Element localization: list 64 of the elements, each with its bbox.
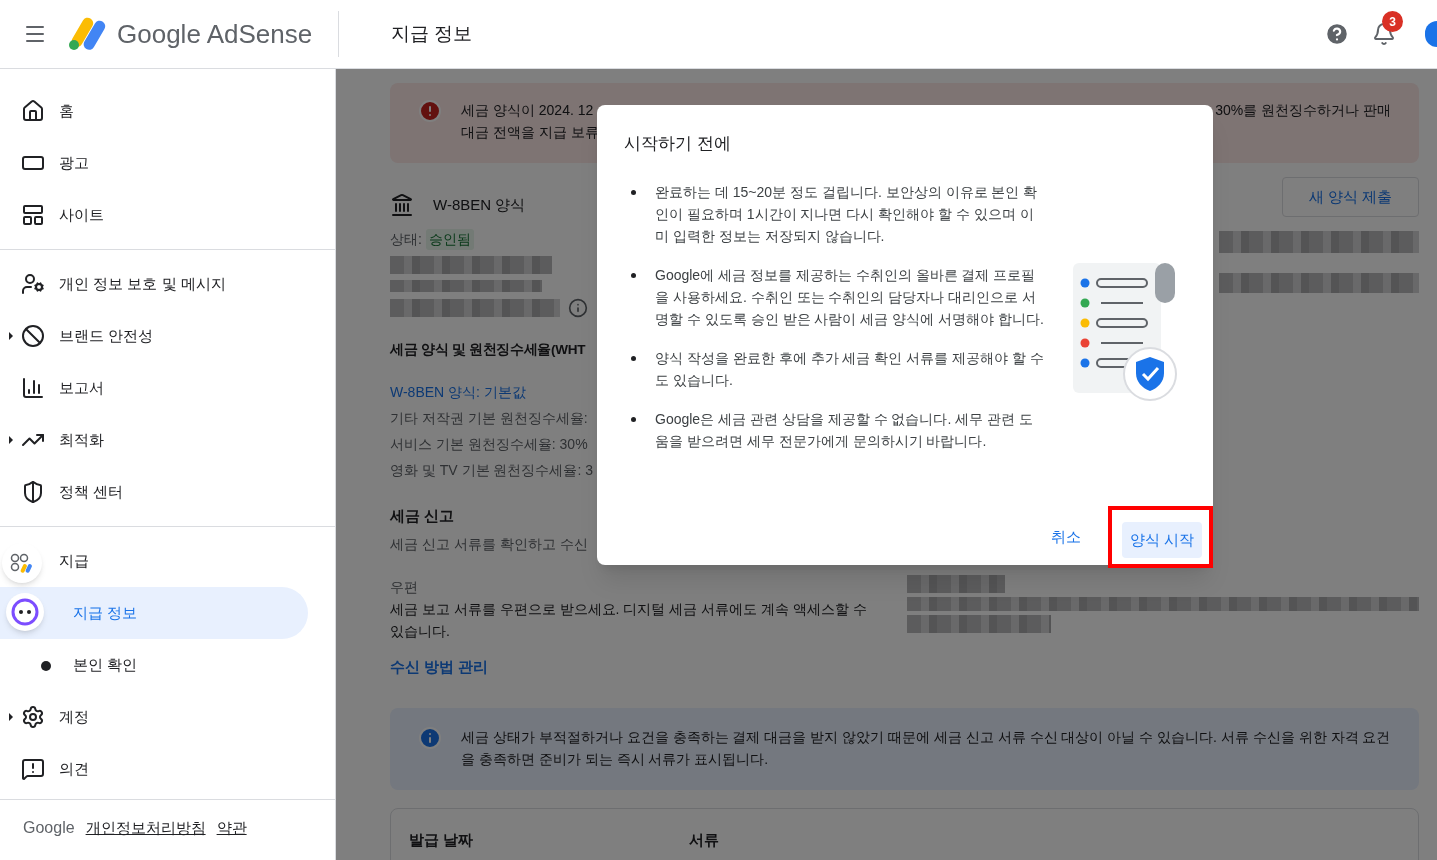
sidebar-item[interactable]: 지급: [0, 535, 308, 587]
settings-icon: [21, 705, 45, 729]
sidebar-item[interactable]: 정책 센터: [0, 466, 308, 518]
info-icon: [418, 726, 442, 751]
section-title: 세금 양식 및 원천징수세율(WHT: [390, 341, 587, 359]
sidebar-item[interactable]: 보고서: [0, 362, 308, 414]
avatar-icon[interactable]: [1425, 21, 1437, 47]
shield-icon: [21, 480, 45, 504]
dialog-bullet-text: 양식 작성을 완료한 후에 추가 세금 확인 서류를 제공해야 할 수도 있습니다.: [655, 349, 1045, 390]
dialog-bullet-text: Google은 세금 관련 상담을 제공할 수 없습니다. 세무 관련 도움을 받으려면 세무 전문가에게 문의하시기 바랍니다.: [655, 410, 1035, 451]
sidebar-item[interactable]: 의견: [0, 743, 308, 795]
cancel-button[interactable]: 취소: [1038, 519, 1093, 555]
info-text: 세금 상태가 부적절하거나 요건을 충족하는 결제 대금을 받지 않았기 때문에 세금 신고 서류 수신 대상이 아닐 수 있습니다. 서류 수신을 위한 자격 요건을 충족하면 준비가 되는 즉시 서류가 표시됩니다.: [461, 728, 1391, 770]
expand-arrow-icon[interactable]: [9, 713, 13, 721]
adsense-logo-icon: [68, 17, 106, 51]
notification-badge: 3: [1382, 11, 1403, 32]
alert-text: 30%를 원천징수하거나 판매: [1215, 101, 1391, 120]
alert-text: 세금 양식이 2024. 12: [461, 101, 595, 120]
status-chip: 승인됨: [425, 229, 474, 250]
mail-label: 우편: [390, 577, 419, 597]
apps-widget-icon[interactable]: [2, 543, 42, 583]
rate-text: 영화 및 TV 기본 원천징수세율: 3: [390, 461, 594, 481]
sidebar-item[interactable]: 지급 정보: [0, 587, 308, 639]
google-brand: Google: [23, 818, 75, 838]
status-label: 상태:: [390, 230, 422, 249]
column-header: 서류: [689, 830, 719, 851]
bank-icon: [390, 193, 414, 217]
page-title: 지급 정보: [391, 21, 473, 46]
sidebar-item[interactable]: 사이트: [0, 189, 308, 241]
browser-window-icon: [21, 203, 45, 227]
alert-text: 대금 전액을 지급 보류: [461, 123, 599, 142]
dialog-title: 시작하기 전에: [624, 133, 731, 155]
sidebar-item[interactable]: 홈: [0, 85, 308, 137]
rate-text: 서비스 기본 원천징수세율: 30%: [390, 435, 589, 455]
help-button[interactable]: [1324, 21, 1350, 47]
person-gear-icon: [21, 272, 45, 296]
help-icon: [1324, 21, 1350, 47]
sidebar-item[interactable]: 본인 확인: [0, 639, 308, 691]
alert-icon: [418, 99, 442, 123]
footer-link[interactable]: 개인정보처리방침: [85, 816, 206, 840]
dialog-bullet-text: 완료하는 데 15~20분 정도 걸립니다. 보안상의 이유로 본인 확인이 필요하며 1시간이 지나면 다시 확인해야 할 수 있으며 이미 입력한 정보는 저장되지 않습니다.: [655, 183, 1039, 246]
rate-text: 기타 저작권 기본 원천징수세율:: [390, 409, 589, 429]
blocked-icon: [21, 324, 45, 348]
form-title: W-8BEN 양식: [433, 194, 526, 215]
feedback-icon: [21, 757, 45, 781]
sidebar-item[interactable]: 최적화: [0, 414, 308, 466]
sidebar-item[interactable]: 브랜드 안전성: [0, 310, 308, 362]
sidebar-item[interactable]: 계정: [0, 691, 308, 743]
notifications-button[interactable]: 3: [1372, 11, 1403, 46]
expand-arrow-icon[interactable]: [9, 436, 13, 444]
mail-description: 세금 보고 서류를 우편으로 받으세요. 디지털 세금 서류에도 계속 액세스할 수 있습니다.: [390, 599, 868, 641]
dialog-bullet-text: Google에 세금 정보를 제공하는 수취인의 올바른 결제 프로필을 사용하세요. 수취인 또는 수취인의 담당자나 대리인으로 서명할 수 있도록 승인 받은 사람이 세금 양식에 서명해야 합니다.: [655, 266, 1045, 329]
info-icon: [568, 298, 588, 318]
bar-chart-icon: [21, 376, 45, 400]
sidebar-item[interactable]: 개인 정보 보호 및 메시지: [0, 258, 308, 310]
start-form-button[interactable]: 양식 시작: [1121, 522, 1202, 558]
section-description: 세금 신고 서류를 확인하고 수신: [390, 534, 589, 554]
expand-arrow-icon[interactable]: [9, 332, 13, 340]
footer-link[interactable]: 약관: [216, 816, 247, 840]
column-header: 발급 날짜: [409, 830, 475, 851]
app-name: Google AdSense: [117, 17, 313, 51]
section-title: 세금 신고: [390, 506, 456, 527]
sidebar-item[interactable]: 광고: [0, 137, 308, 189]
home-icon: [21, 99, 45, 123]
